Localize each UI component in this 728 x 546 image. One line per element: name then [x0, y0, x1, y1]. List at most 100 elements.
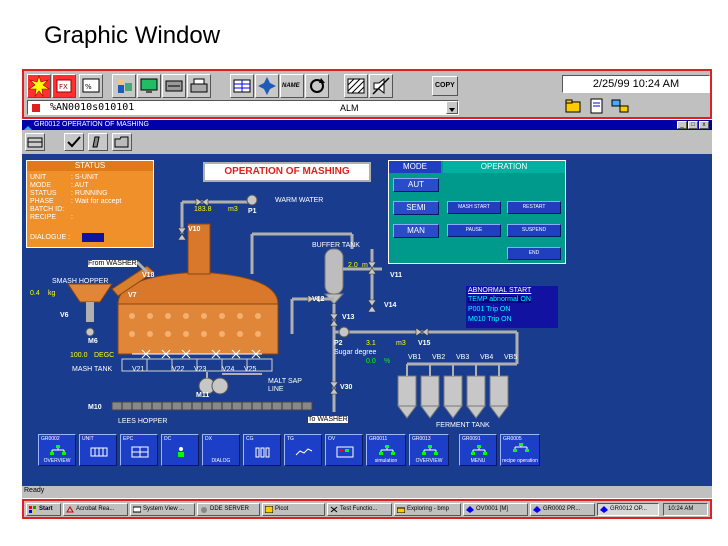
navigator-button[interactable] — [255, 74, 279, 98]
status-mode-key: MODE — [30, 182, 51, 189]
svg-text:%: % — [85, 83, 92, 91]
from-washer-label: From WASHER — [88, 260, 137, 267]
windows-logo-icon — [29, 506, 36, 513]
task-ov0001[interactable]: OV0001 [M] — [463, 503, 528, 516]
status-batch-key: BATCH ID: — [30, 206, 65, 213]
nav-gr0002-overview[interactable]: GR0002 OVERVIEW — [38, 434, 76, 466]
copy-button[interactable]: COPY — [432, 76, 458, 96]
status-bar: Ready — [22, 486, 712, 498]
minimize-button[interactable]: _ — [677, 121, 687, 129]
suspend-button[interactable]: SUSPEND — [507, 224, 561, 237]
nav-button-row: GR0002 OVERVIEW UNIT EPC DC DX DIALOG CG… — [22, 430, 542, 468]
end-button[interactable]: END — [507, 247, 561, 260]
pattern-button[interactable] — [344, 74, 368, 98]
ferment-tanks — [397, 364, 509, 419]
nav-dc[interactable]: DC — [161, 434, 199, 466]
task-system-view[interactable]: System View ... — [130, 503, 195, 516]
gr0002-window-icon — [533, 506, 541, 513]
nav-epc[interactable]: EPC — [120, 434, 158, 466]
dialogue-label: DIALOGUE : — [30, 234, 71, 241]
smash-hopper — [67, 283, 113, 303]
task-gr0002[interactable]: GR0002 PR... — [530, 503, 595, 516]
valve-vb3-label: VB3 — [456, 354, 470, 361]
close-button[interactable]: x — [699, 121, 709, 129]
level-value: 2.0 — [348, 262, 358, 269]
overview-button[interactable] — [230, 74, 254, 98]
nav-ov[interactable]: OV — [325, 434, 363, 466]
level-unit: m — [362, 262, 368, 269]
maximize-button[interactable]: □ — [688, 121, 698, 129]
start-button[interactable]: Start — [26, 503, 61, 516]
confirm-button[interactable] — [64, 133, 84, 151]
valve-v22-label: V22 — [172, 366, 185, 373]
task-acrobat[interactable]: Acrobat Rea... — [63, 503, 128, 516]
operator-guide-button[interactable] — [112, 74, 136, 98]
slide-title: Graphic Window — [44, 22, 221, 49]
network-icon — [611, 99, 629, 113]
status-recipe-key: RECIPE — [30, 214, 57, 221]
tuning-icon — [165, 80, 183, 92]
status-status-key: STATUS — [30, 190, 57, 197]
nav-gr0005-recipe[interactable]: GR0005 recipe operation — [500, 434, 540, 466]
motor-m11-label: M11 — [196, 392, 210, 399]
status-status-value: : RUNNING — [71, 190, 108, 197]
process-alarm-button[interactable]: FX — [52, 74, 76, 98]
cycle-button[interactable] — [305, 74, 329, 98]
to-washer-label: To WASHER — [308, 416, 348, 423]
motor-m10-label: M10 — [88, 404, 102, 411]
simulation-tree-icon — [379, 445, 395, 455]
task-dde-server[interactable]: DDE SERVER — [197, 503, 260, 516]
dde-server-icon — [201, 507, 207, 513]
name-input-button[interactable]: NAME — [280, 74, 304, 98]
monitor-button[interactable] — [137, 74, 161, 98]
valve-vb2-label: VB2 — [432, 354, 446, 361]
open-folder-button[interactable] — [112, 133, 132, 151]
nav-gr0013-overview[interactable]: GR0013 OVERVIEW — [409, 434, 449, 466]
motor-m6 — [85, 327, 95, 337]
task-gr0012-active[interactable]: GR0012 OP... — [597, 503, 659, 516]
abnormal-alarm-list[interactable]: ABNORMAL START TEMP abnormal ON P001 Tri… — [466, 286, 558, 328]
nav-gr0011-simulation[interactable]: GR0011 simulation — [366, 434, 406, 466]
restart-button[interactable]: RESTART — [507, 201, 561, 214]
sugar-degree-label: Sugar degree — [334, 349, 377, 356]
pause-button[interactable]: PAUSE — [447, 224, 501, 237]
alarm-dropdown-button[interactable] — [446, 101, 458, 114]
motor-m6-label: M6 — [88, 338, 98, 345]
mode-aut-button[interactable]: AUT — [393, 178, 439, 192]
nav-dx-dialog[interactable]: DX DIALOG — [202, 434, 240, 466]
task-exploring[interactable]: Exploring - bmp — [394, 503, 461, 516]
valve-v15-label: V15 — [418, 340, 431, 347]
pen-button[interactable] — [88, 133, 108, 151]
pump-p1-label: P1 — [248, 208, 257, 215]
mode-semi-button[interactable]: SEMI — [393, 201, 439, 215]
valve-vb5-label: VB5 — [504, 354, 518, 361]
tool-icon-3[interactable] — [610, 97, 630, 115]
mash-start-button[interactable]: MASH START — [447, 201, 501, 214]
function-keys-button[interactable] — [25, 133, 45, 151]
picot-icon — [265, 506, 273, 513]
valve-v18-label: V18 — [142, 272, 155, 279]
p2-unit: m3 — [396, 340, 406, 347]
dialogue-indicator[interactable] — [82, 233, 104, 242]
task-test-function[interactable]: Test Functio... — [327, 503, 392, 516]
tool-icon-1[interactable] — [564, 97, 584, 115]
flow-unit: m3 — [228, 206, 238, 213]
nav-tg[interactable]: TG — [284, 434, 322, 466]
status-header: STATUS — [27, 161, 153, 171]
status-phase-key: PHASE — [30, 198, 54, 205]
alarm-line[interactable]: %AN0010s010101 ALM — [27, 100, 459, 115]
task-picot[interactable]: Picot — [262, 503, 325, 516]
copy-label: COPY — [435, 82, 455, 89]
tuning-button[interactable] — [162, 74, 186, 98]
mode-man-button[interactable]: MAN — [393, 224, 439, 238]
message-button[interactable]: % — [79, 74, 103, 98]
temp-unit: DEGC — [94, 352, 115, 359]
nav-gr0091-menu[interactable]: GR0091 MENU — [459, 434, 497, 466]
buzzer-off-button[interactable] — [369, 74, 393, 98]
system-alarm-button[interactable] — [27, 74, 51, 98]
nav-cg[interactable]: CG — [243, 434, 281, 466]
printer-button[interactable] — [187, 74, 211, 98]
tool-icon-2[interactable] — [587, 97, 607, 115]
nav-unit[interactable]: UNIT — [79, 434, 117, 466]
status-unit-key: UNIT — [30, 174, 47, 181]
